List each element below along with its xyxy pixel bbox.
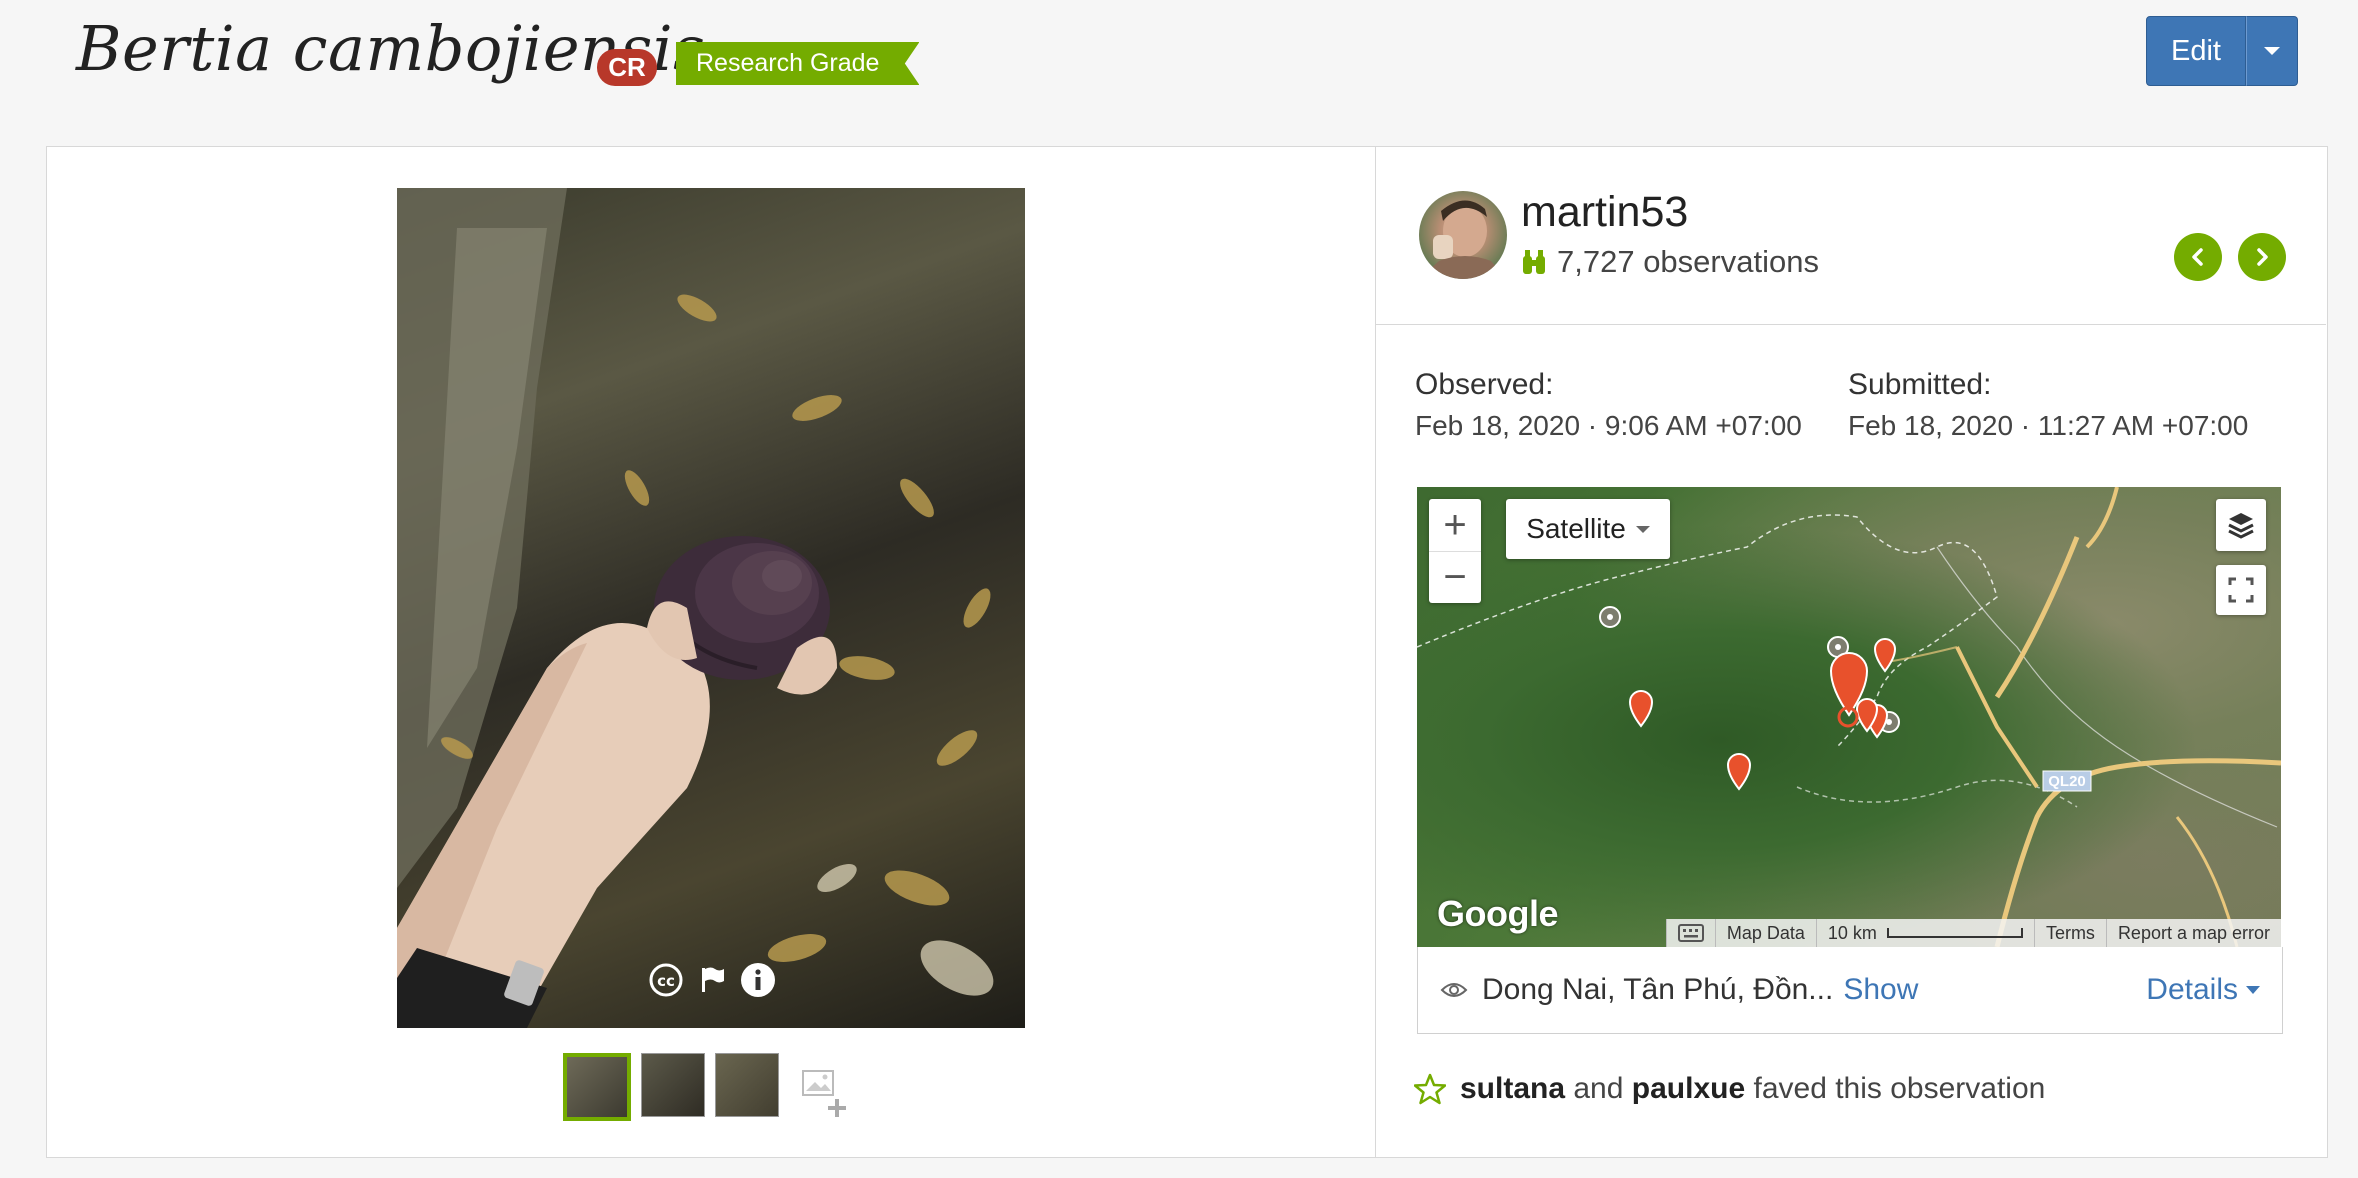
avatar[interactable]: [1419, 191, 1507, 279]
show-location-link[interactable]: Show: [1843, 973, 1918, 1007]
location-bar: Dong Nai, Tân Phú, Đồn... Show Details: [1417, 947, 2283, 1034]
svg-text:cc: cc: [657, 972, 675, 990]
layers-icon: [2228, 513, 2254, 539]
flag-icon[interactable]: [694, 962, 730, 998]
faves-line: sultana and paulxue faved this observati…: [1414, 1072, 2045, 1106]
scale-bar: [1886, 928, 2023, 938]
eye-icon: [1440, 983, 1468, 997]
edit-dropdown-toggle[interactable]: [2246, 16, 2298, 86]
chevron-down-icon: [2264, 47, 2280, 55]
add-image-icon: [802, 1070, 846, 1117]
layers-button[interactable]: [2216, 499, 2266, 551]
fullscreen-button[interactable]: [2216, 565, 2266, 615]
avatar-illustration: [1419, 200, 1507, 279]
observed-date: Feb 18, 2020 · 9:06 AM +07:00: [1415, 410, 1802, 441]
username[interactable]: martin53: [1521, 188, 1688, 237]
google-logo: Google: [1437, 893, 1559, 934]
observed-label: Observed:: [1415, 368, 1554, 401]
details-dropdown[interactable]: Details: [2146, 973, 2260, 1007]
photo-illustration: [397, 188, 994, 1028]
fave-user-link[interactable]: paulxue: [1632, 1072, 1745, 1105]
photo-thumbnail[interactable]: [641, 1053, 705, 1117]
info-icon[interactable]: [740, 962, 776, 998]
star-icon[interactable]: [1414, 1073, 1446, 1105]
map-type-label: Satellite: [1526, 513, 1626, 544]
map-type-dropdown[interactable]: Satellite: [1506, 499, 1670, 559]
previous-observation-button[interactable]: [2174, 233, 2222, 281]
observation-photo[interactable]: [397, 188, 1025, 1028]
keyboard-shortcuts-button[interactable]: [1665, 919, 1715, 947]
chevron-right-icon: [2257, 248, 2268, 266]
keyboard-icon: [1677, 924, 1704, 942]
faves-suffix: faved this observation: [1753, 1072, 2046, 1105]
report-map-error-link[interactable]: Report a map error: [2105, 919, 2281, 947]
chevron-down-icon: [2246, 986, 2260, 994]
submitted-date: Feb 18, 2020 · 11:27 AM +07:00: [1848, 410, 2249, 441]
observation-map[interactable]: + − Satellite QL20 Google Map Data 10 km…: [1417, 487, 2281, 947]
map-footer: Map Data 10 km Terms Report a map error: [1665, 919, 2281, 947]
fullscreen-icon: [2228, 577, 2254, 603]
chevron-left-icon: [2192, 248, 2203, 266]
faves-and: and: [1573, 1072, 1624, 1105]
road-label: QL20: [2048, 772, 2086, 790]
quality-grade-badge[interactable]: Research Grade: [676, 42, 920, 85]
column-divider: [1375, 146, 1376, 1158]
binoculars-icon: [1523, 250, 1545, 274]
map-data-link[interactable]: Map Data: [1714, 919, 1816, 947]
map-scale-label: 10 km: [1827, 922, 1877, 943]
edit-button[interactable]: Edit: [2146, 16, 2246, 86]
zoom-in-button[interactable]: +: [1429, 499, 1481, 552]
details-label: Details: [2146, 973, 2238, 1006]
photo-actions: cc: [648, 962, 776, 998]
photo-thumbnails: [563, 1053, 859, 1123]
observation-count-label: 7,727 observations: [1557, 244, 1819, 279]
cc-license-icon[interactable]: cc: [648, 962, 684, 998]
zoom-controls: + −: [1429, 499, 1481, 603]
location-name: Dong Nai, Tân Phú, Đồn...: [1482, 973, 1834, 1006]
observation-count[interactable]: 7,727 observations: [1521, 244, 1819, 280]
terms-link[interactable]: Terms: [2033, 919, 2106, 947]
iucn-status-badge[interactable]: CR: [597, 49, 657, 86]
fave-user-link[interactable]: sultana: [1460, 1072, 1565, 1105]
chevron-down-icon: [1635, 525, 1650, 533]
next-observation-button[interactable]: [2238, 233, 2286, 281]
map-scale[interactable]: 10 km: [1815, 919, 2034, 947]
zoom-out-button[interactable]: −: [1429, 552, 1481, 603]
add-photo-button[interactable]: [789, 1053, 859, 1123]
photo-thumbnail[interactable]: [715, 1053, 779, 1117]
photo-thumbnail[interactable]: [563, 1053, 631, 1121]
user-section-divider: [1376, 324, 2326, 325]
submitted-label: Submitted:: [1848, 368, 1992, 401]
edit-button-group: Edit: [2146, 16, 2298, 86]
